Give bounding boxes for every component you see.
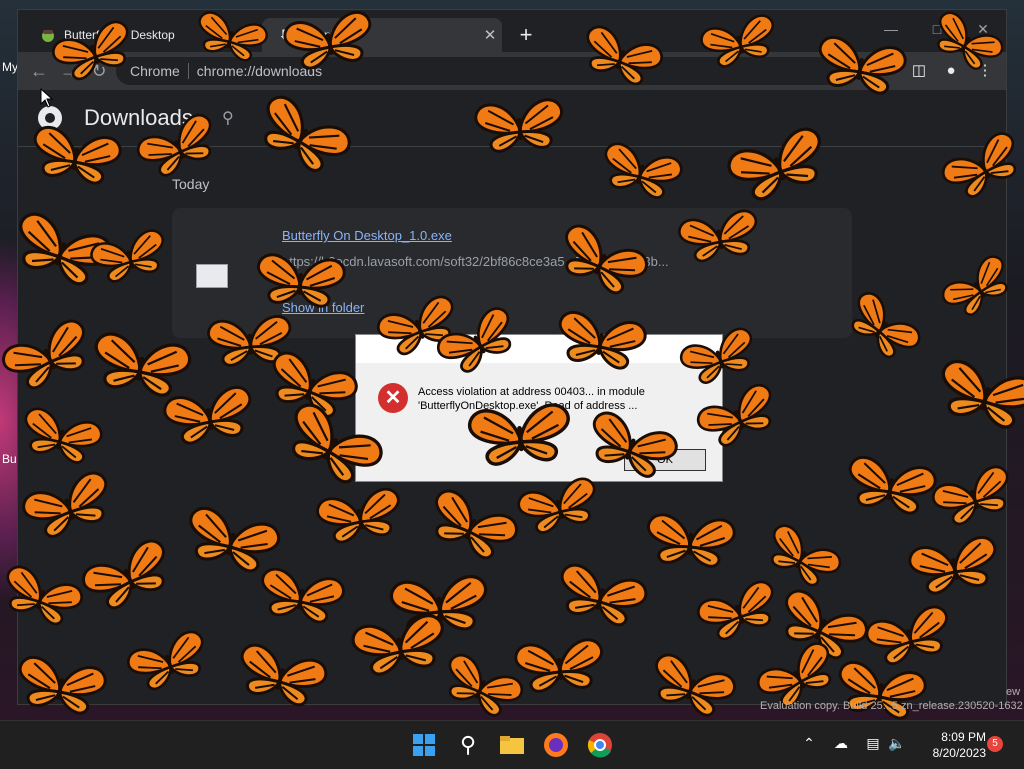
close-tab-icon[interactable]: ✕ [478, 26, 502, 44]
mouse-cursor-icon [40, 88, 54, 108]
error-icon: ✕ [378, 383, 408, 413]
chrome-app-icon[interactable] [584, 729, 616, 761]
volume-icon[interactable]: 🔈 [886, 735, 908, 752]
start-button[interactable] [408, 729, 440, 761]
omnibox-separator [187, 63, 189, 79]
butterfly-sprite [473, 97, 567, 155]
exe-file-icon [196, 264, 228, 288]
file-explorer-icon[interactable] [496, 729, 528, 761]
network-icon[interactable]: ▤ [862, 735, 884, 752]
file-name-link[interactable]: Butterfly On Desktop_1.0.exe [282, 228, 452, 243]
clock-date: 8/20/2023 [932, 746, 986, 760]
desktop-icon-label[interactable]: My [2, 60, 18, 74]
clock[interactable]: 8:09 PM 8/20/2023 [910, 729, 986, 761]
back-button[interactable]: ← [26, 58, 52, 84]
firefox-icon[interactable] [540, 729, 572, 761]
butterfly-sprite [513, 637, 607, 695]
search-icon[interactable]: ⚲ [222, 108, 234, 128]
search-icon[interactable]: ⚲ [452, 729, 484, 761]
evaluation-watermark: Evaluation copy. Build 25...5.zn_release… [760, 700, 1023, 712]
watermark-fragment: ew [1006, 686, 1021, 698]
taskbar: ⚲ ⌃ ☁ ▤ 🔈 8:09 PM 8/20/2023 [0, 720, 1024, 769]
cloud-off-icon[interactable]: ☁ [830, 735, 852, 752]
windows-logo-icon [413, 734, 435, 756]
notification-badge[interactable]: 5 [987, 736, 1003, 752]
new-tab-button[interactable]: + [512, 22, 540, 50]
chevron-up-icon[interactable]: ⌃ [798, 735, 820, 752]
clock-time: 8:09 PM [941, 730, 986, 744]
